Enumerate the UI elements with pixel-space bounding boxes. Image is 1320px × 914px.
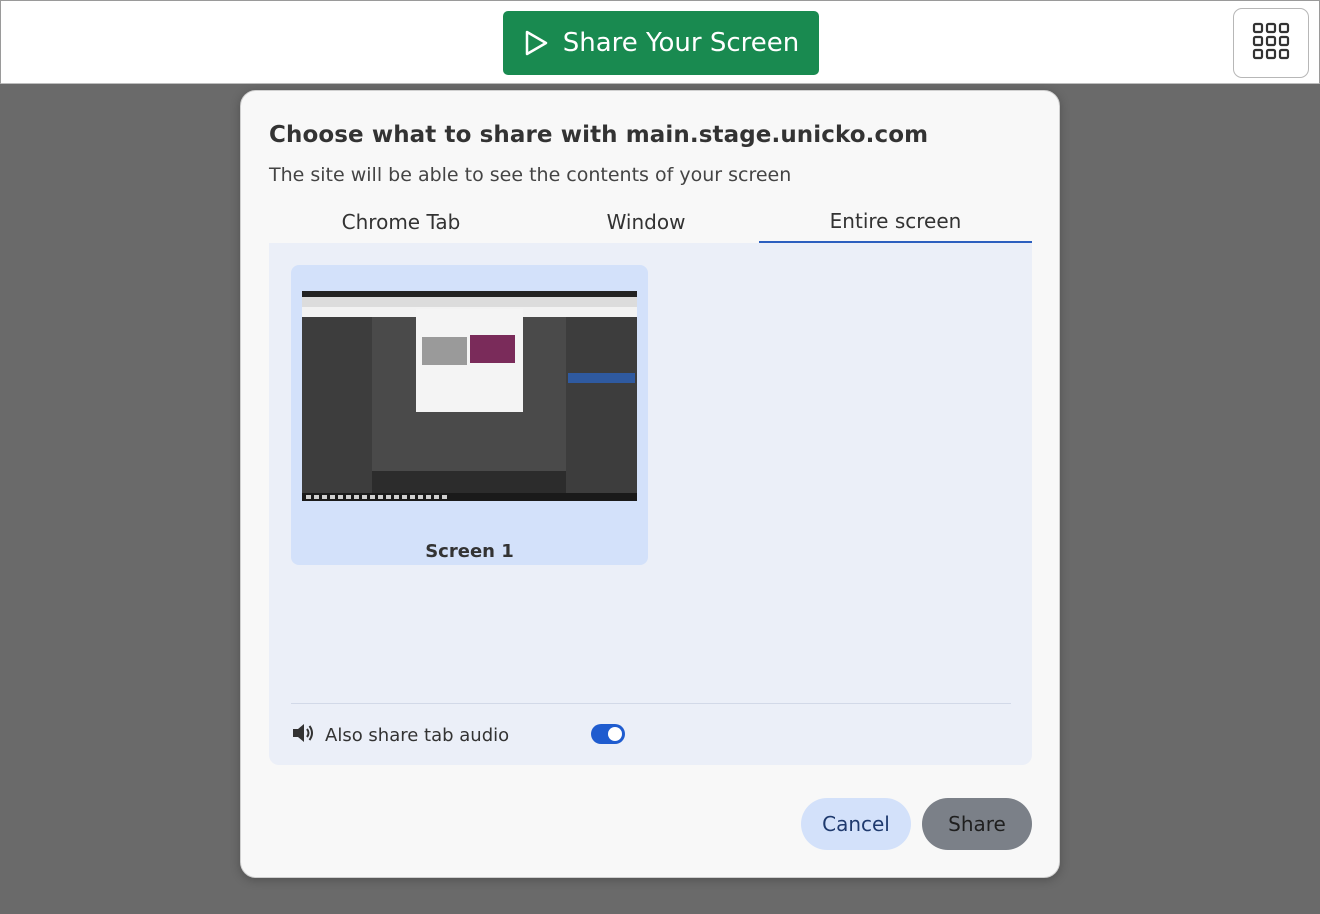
tab-chrome-tab[interactable]: Chrome Tab — [269, 201, 533, 243]
screen-share-dialog: Choose what to share with main.stage.uni… — [240, 90, 1060, 878]
audio-label: Also share tab audio — [325, 724, 510, 746]
apps-menu-button[interactable] — [1233, 8, 1309, 78]
dialog-title: Choose what to share with main.stage.uni… — [269, 122, 929, 148]
share-button[interactable]: Share — [922, 798, 1032, 850]
share-your-screen-label: Share Your Screen — [562, 28, 800, 58]
share-your-screen-button[interactable]: Share Your Screen — [503, 11, 819, 75]
tab-entire-screen[interactable]: Entire screen — [759, 201, 1032, 243]
screen-label: Screen 1 — [425, 541, 514, 562]
top-toolbar: Share Your Screen — [0, 0, 1320, 84]
play-outline-icon — [523, 29, 549, 57]
toggle-knob — [608, 727, 622, 741]
divider — [291, 703, 1011, 704]
entire-screen-panel: Screen 1 Also share tab audio — [269, 243, 1032, 765]
audio-option: Also share tab audio — [291, 721, 509, 749]
speaker-icon — [291, 722, 315, 748]
audio-toggle[interactable] — [591, 724, 625, 744]
screen-thumbnail — [302, 291, 637, 501]
tab-window[interactable]: Window — [514, 201, 778, 243]
dialog-subtitle: The site will be able to see the content… — [269, 164, 792, 186]
cancel-button[interactable]: Cancel — [801, 798, 911, 850]
source-tabs: Chrome Tab Window Entire screen — [269, 201, 1032, 243]
screen-option[interactable]: Screen 1 — [291, 265, 648, 565]
grid-9-icon — [1252, 22, 1290, 64]
